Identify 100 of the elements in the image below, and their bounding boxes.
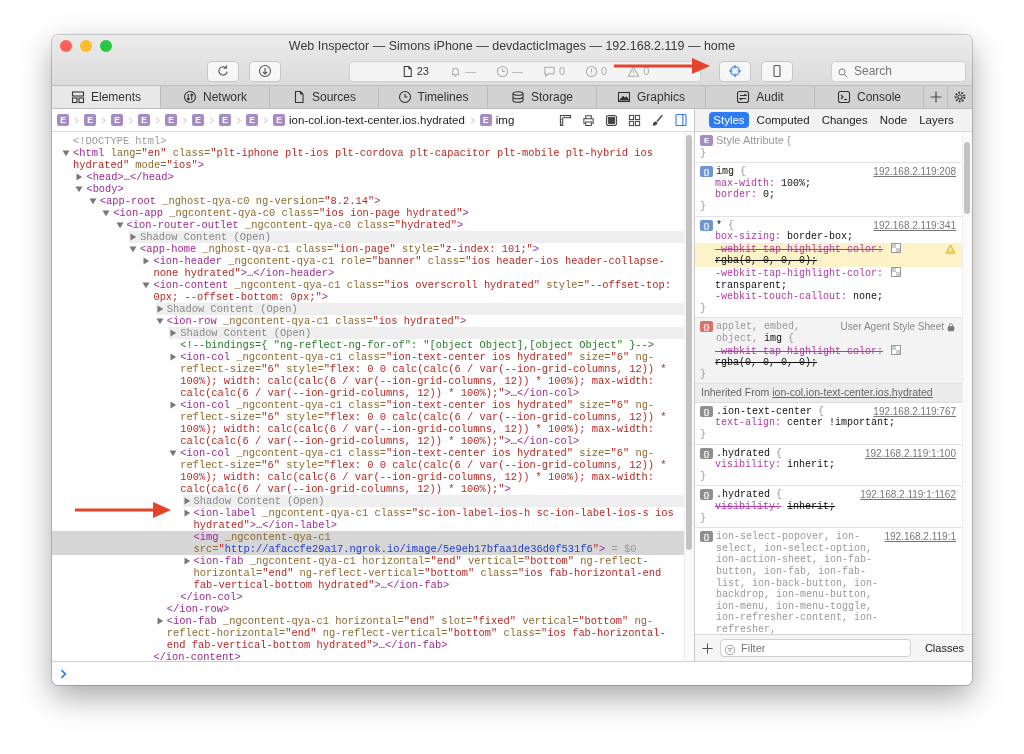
tab[interactable]: Network <box>161 86 270 108</box>
rule-selector: * { <box>716 219 736 231</box>
breadcrumb-item[interactable]: E img <box>479 114 515 126</box>
url-link[interactable]: http://afaccfe29a17.ngrok.io/image/5e9eb17bfaa1de36d0f531f6 <box>224 543 593 555</box>
tab[interactable]: Storage <box>488 86 597 108</box>
breadcrumb-item[interactable]: E ion-col.ion-text-center.ios.hydrated <box>273 114 465 126</box>
property-value: rgba(0, 0, 0, 0); <box>715 357 818 369</box>
dom-node[interactable]: <ion-row _ngcontent-qya-c1 class="ios hydrated"> <box>166 315 684 327</box>
tab[interactable]: Changes <box>817 112 872 128</box>
element-badge: E <box>273 114 285 126</box>
grid-icon[interactable] <box>628 113 641 127</box>
disclosure-triangle[interactable] <box>102 209 111 217</box>
closing-brace: } <box>700 200 706 212</box>
disclosure-triangle[interactable] <box>155 305 164 313</box>
chevron-icon <box>153 115 162 125</box>
disclosure-triangle[interactable] <box>142 257 151 265</box>
dom-node[interactable]: <body> <box>86 183 684 195</box>
download-button[interactable] <box>249 60 281 82</box>
closing-brace: } <box>700 470 706 482</box>
close-button[interactable] <box>60 40 72 52</box>
scroll-thumb[interactable] <box>686 135 692 550</box>
scroll-thumb[interactable] <box>964 142 970 214</box>
tab[interactable]: Audit <box>706 86 815 108</box>
sidebar-icon[interactable] <box>674 113 688 127</box>
source-link[interactable]: 192.168.2.119:767 <box>873 405 956 418</box>
breadcrumb-label: img <box>495 114 515 126</box>
chevron-icon <box>72 115 81 125</box>
dom-node[interactable]: <ion-col _ngcontent-qya-c1 class="ion-text-center ios hydrated" size="6" ng-reflect-size="6" style="flex: 0 0 calc(calc(6 / var(--ion-grid-columns, 12)) * 100%); width: calc(calc(6 / var(--ion-grid-columns, 12)) * 100%); max-width: calc(calc(6 / var(--ion-grid-columns, 12)) * 100%);"> <box>180 447 684 495</box>
closing-tag[interactable]: </ion-col> <box>180 591 243 603</box>
disclosure-triangle[interactable] <box>182 557 191 565</box>
dom-node[interactable]: <ion-label _ngcontent-qya-c1 class="sc-ion-label-ios-h sc-ion-label-ios-s ios hydrated">…</ion-label> <box>193 507 684 531</box>
chevron-icon <box>126 115 135 125</box>
tab[interactable]: Node <box>875 112 912 128</box>
disclosure-triangle[interactable] <box>155 317 164 325</box>
dom-node[interactable]: <ion-app _ngcontent-qya-c0 class="ios ion-page hydrated"> <box>113 207 684 219</box>
disclosure-triangle[interactable] <box>129 233 137 241</box>
dom-node[interactable]: <head>…</head> <box>86 171 684 183</box>
tab[interactable]: Elements <box>52 86 161 108</box>
reload-button[interactable] <box>207 60 239 82</box>
dom-node[interactable]: <!--bindings={ "ng-reflect-ng-for-of": "[object Object],[object Object" }--> <box>180 339 684 351</box>
disclosure-triangle[interactable] <box>169 401 178 409</box>
crosshair-icon <box>728 64 742 78</box>
disclosure-triangle[interactable] <box>88 197 97 205</box>
dom-node[interactable]: <ion-header _ngcontent-qya-c1 role="banner" class="ios header-ios header-collapse-none hydrated">…</ion-header> <box>153 255 684 279</box>
dom-node[interactable]: <ion-col _ngcontent-qya-c1 class="ion-text-center ios hydrated" size="6" ng-reflect-size="6" style="flex: 0 0 calc(calc(6 / var(--ion-grid-columns, 12)) * 100%); width: calc(calc(6 / var(--ion-grid-columns, 12)) * 100%); max-width: calc(calc(6 / var(--ion-grid-columns, 12)) * 100%);">…</ion-col> <box>180 399 684 447</box>
dom-node[interactable]: <app-root _nghost-qya-c0 ng-version="8.2.14"> <box>99 195 684 207</box>
source-link[interactable]: 192.168.2.119:341 <box>873 219 956 232</box>
square-icon[interactable] <box>605 113 618 127</box>
tab[interactable]: Console <box>815 86 924 108</box>
color-swatch-icon[interactable] <box>891 242 902 253</box>
tab[interactable]: Styles <box>709 112 749 128</box>
gear-icon <box>953 90 967 104</box>
dom-node[interactable]: <ion-router-outlet _ngcontent-qya-c0 class="hydrated"> <box>126 219 684 231</box>
classes-button[interactable]: Classes <box>916 642 966 654</box>
closing-tag[interactable]: </ion-row> <box>166 603 230 615</box>
ruler-icon[interactable] <box>559 113 572 127</box>
property-name: text-align: <box>715 417 781 430</box>
disclosure-triangle[interactable] <box>62 149 70 157</box>
disclosure-triangle[interactable] <box>169 329 178 337</box>
source-link[interactable]: 192.168.2.119:1:1162 <box>860 489 956 502</box>
inspect-button[interactable] <box>719 60 751 82</box>
inherited-link[interactable]: ion-col.ion-text-center.ios.hydrated <box>772 386 933 399</box>
brush-icon[interactable] <box>651 113 664 127</box>
disclosure-triangle[interactable] <box>142 281 151 289</box>
property-name: -webkit-tap-highlight-color: <box>715 345 884 357</box>
filter-field[interactable]: Filter <box>720 639 911 657</box>
error-icon <box>585 64 599 78</box>
dom-node[interactable]: <ion-fab _ngcontent-qya-c1 horizontal="end" slot="fixed" vertical="bottom" ng-reflect-horizontal="end" ng-reflect-vertical="bottom" class="ios fab-horizontal-end fab-vertical-bottom hydrated">…</ion-fab> <box>166 615 684 651</box>
color-swatch-icon[interactable] <box>891 344 902 355</box>
property-value: transparent; <box>715 279 787 291</box>
printer-icon[interactable] <box>582 113 595 127</box>
disclosure-triangle[interactable] <box>75 173 84 181</box>
disclosure-triangle[interactable] <box>182 497 191 505</box>
source-link[interactable]: 192.168.2.119:208 <box>873 166 956 178</box>
source-link[interactable]: 192.168.2.119:1 <box>884 531 956 543</box>
chevron-icon <box>99 115 108 125</box>
dom-node[interactable]: <html lang="en" class="plt-iphone plt-ios plt-cordova plt-capacitor plt-mobile plt-hybrid ios hydrated" mode="ios"> <box>73 147 684 171</box>
tab[interactable]: Layers <box>915 112 958 128</box>
disclosure-triangle[interactable] <box>129 245 137 253</box>
device-button[interactable] <box>761 60 793 82</box>
disclosure-triangle[interactable] <box>169 353 178 361</box>
closing-tag[interactable]: </ion-content> <box>153 651 241 661</box>
tab[interactable]: Graphics <box>597 86 706 108</box>
dom-node[interactable]: <ion-fab _ngcontent-qya-c1 horizontal="end" vertical="bottom" ng-reflect-horizontal="end" ng-reflect-vertical="bottom" class="ios fab-horizontal-end fab-vertical-bottom hydrated">…</ion-fab> <box>193 555 684 591</box>
source-link[interactable]: 192.168.2.119:1:100 <box>865 447 956 460</box>
add-rule-button[interactable] <box>701 641 714 655</box>
disclosure-triangle[interactable] <box>182 509 191 517</box>
shadow-content-label: Shadow Content (Open) <box>166 303 299 315</box>
disclosure-triangle[interactable] <box>169 449 178 457</box>
dom-node[interactable]: <ion-col _ngcontent-qya-c1 class="ion-text-center ios hydrated" size="6" ng-reflect-size="6" style="flex: 0 0 calc(calc(6 / var(--ion-grid-columns, 12)) * 100%); width: calc(calc(6 / var(--ion-grid-columns, 12)) * 100%); max-width: calc(calc(6 / var(--ion-grid-columns, 12)) * 100%);">…</ion-col> <box>180 351 684 399</box>
disclosure-triangle[interactable] <box>115 221 124 229</box>
disclosure-triangle[interactable] <box>155 617 164 625</box>
dom-node[interactable]: <app-home _nghost-qya-c1 class="ion-page" style="z-index: 101;"> <box>140 243 684 255</box>
search-field[interactable]: Search <box>831 60 966 82</box>
color-swatch-icon[interactable] <box>891 266 902 277</box>
dom-node[interactable]: <ion-content _ngcontent-qya-c1 class="ios overscroll hydrated" style="--offset-top: 0px; --offset-bottom: 0px;"> <box>153 279 684 303</box>
disclosure-triangle[interactable] <box>75 185 84 193</box>
tab[interactable]: Sources <box>270 86 379 108</box>
tab[interactable]: Computed <box>752 112 814 128</box>
tab[interactable]: Timelines <box>379 86 488 108</box>
